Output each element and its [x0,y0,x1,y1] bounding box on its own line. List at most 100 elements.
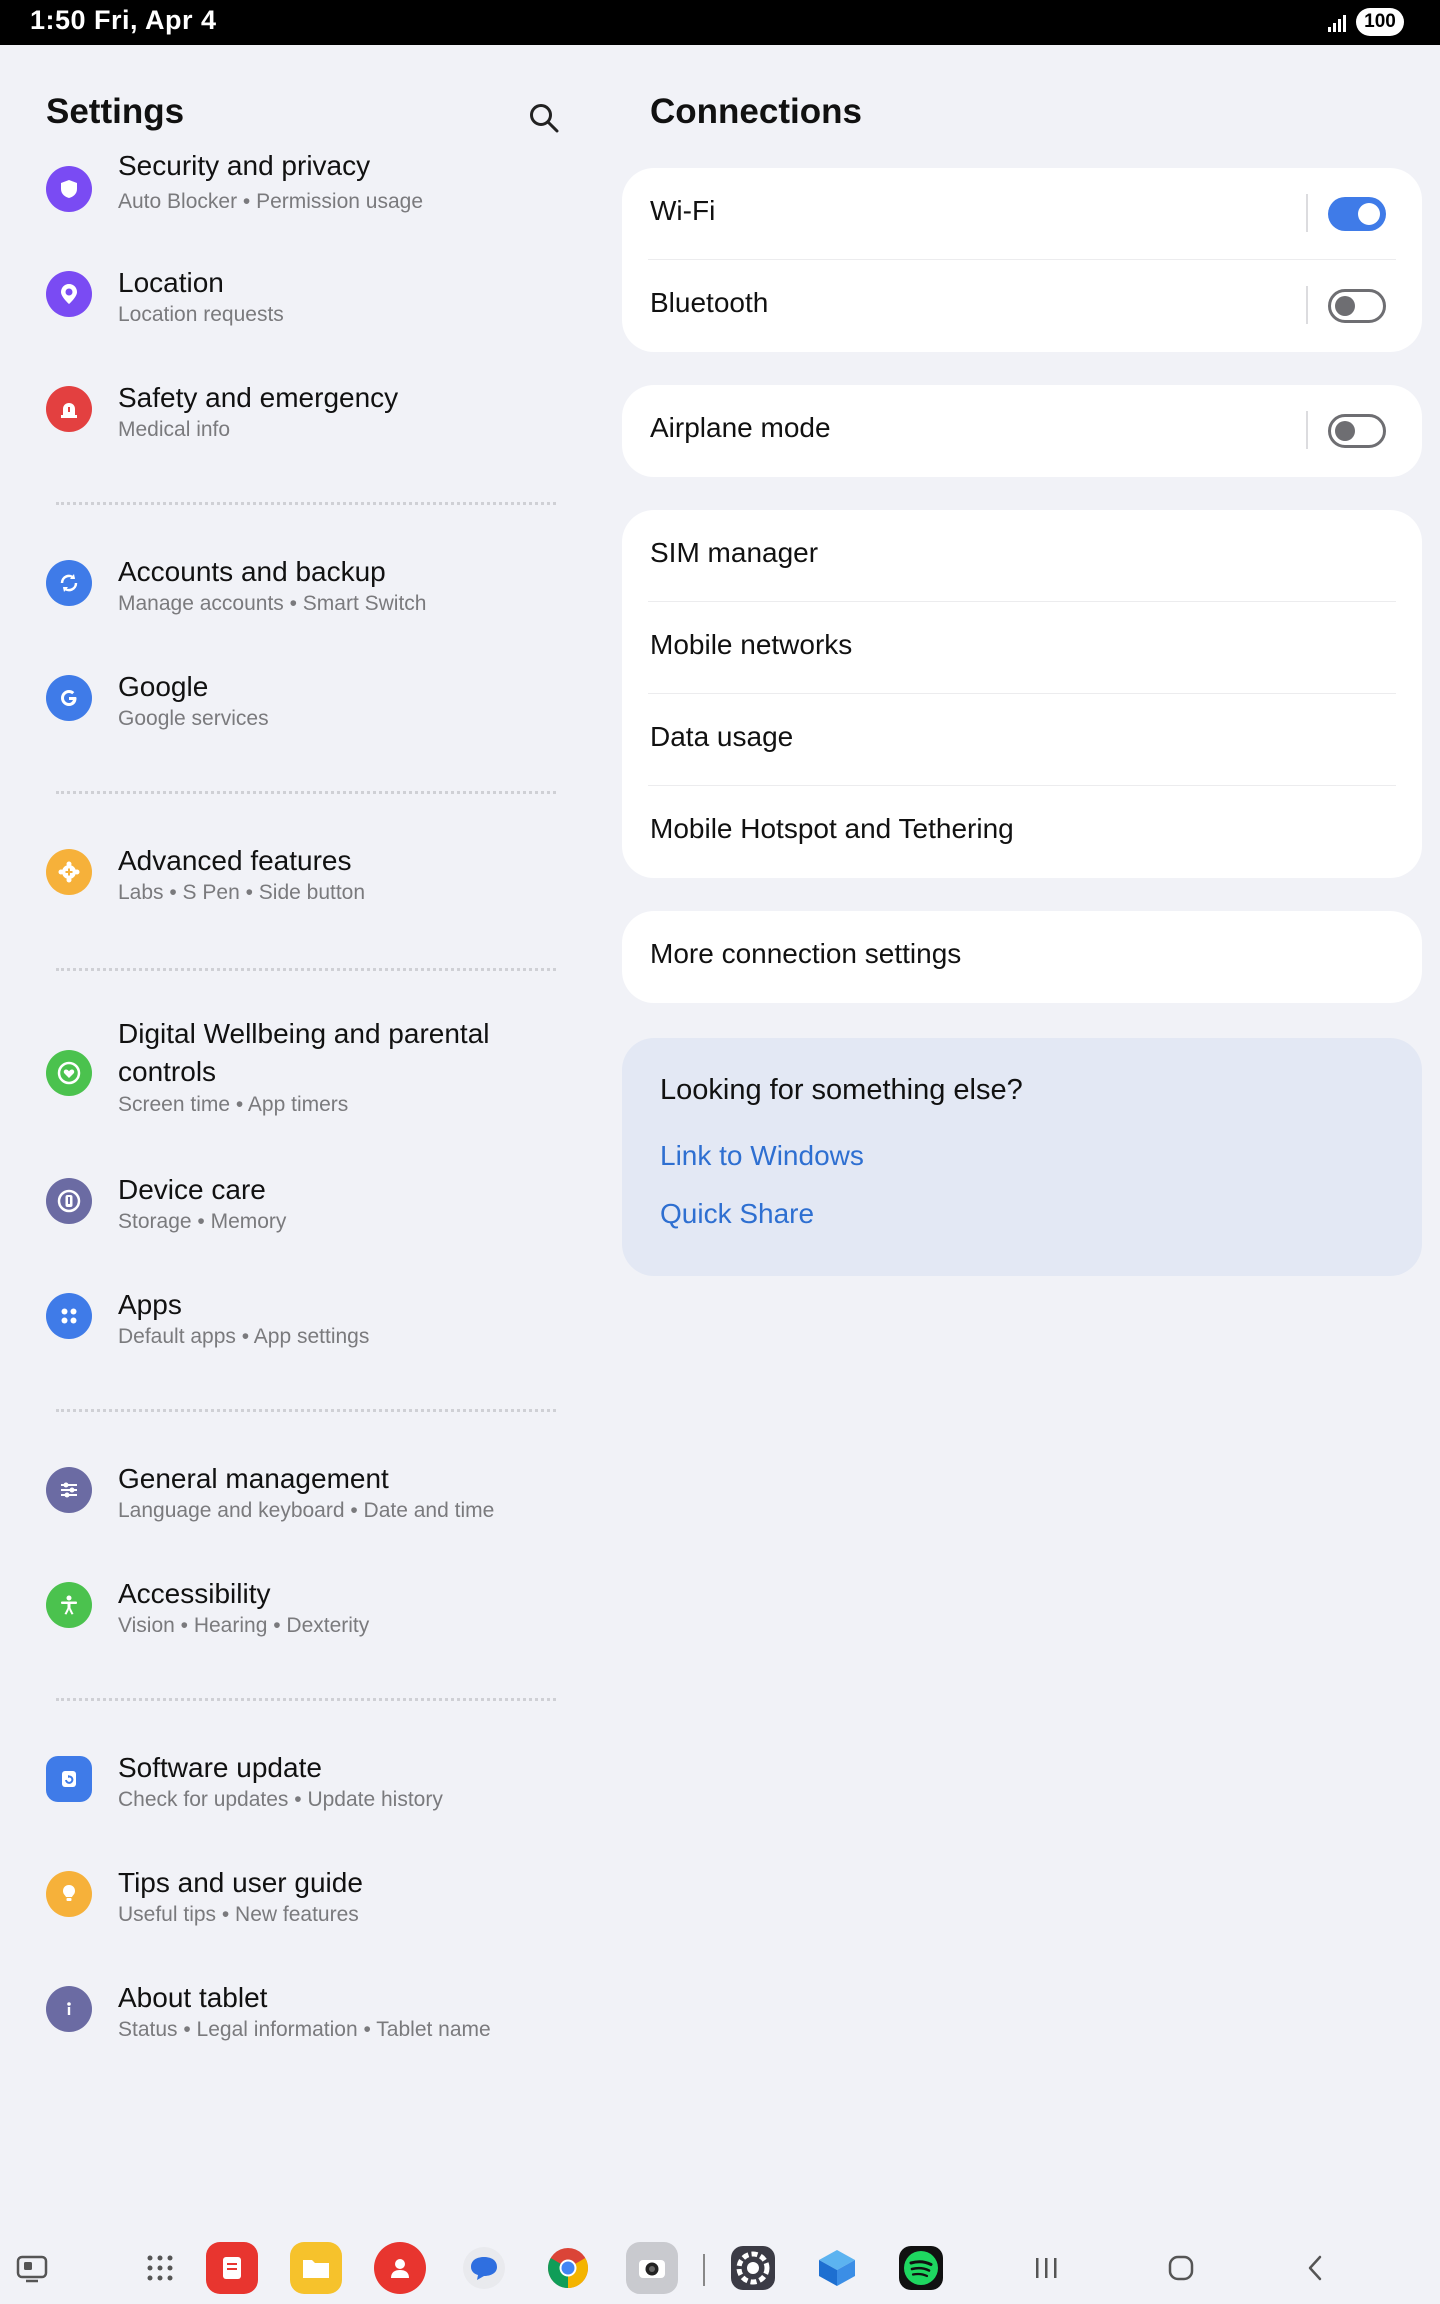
signal-icon [1328,12,1350,32]
battery-indicator: 100 [1356,8,1404,36]
wifi-toggle[interactable] [1328,197,1386,231]
suggestion-card: Looking for something else? Link to Wind… [622,1038,1422,1276]
item-title: Advanced features [118,845,352,876]
toggle-knob [1335,421,1355,441]
apps-grid-icon [46,1293,92,1339]
item-subtitle: Medical info [118,418,231,441]
bluetooth-row[interactable]: Bluetooth [622,260,1422,352]
app-drawer-icon[interactable] [134,2242,186,2294]
settings-item-device-care[interactable]: Device care Storage • Memory [0,1172,590,1272]
settings-item-software-update[interactable]: Software update Check for updates • Upda… [0,1750,590,1850]
link-to-windows-link[interactable]: Link to Windows [660,1140,864,1172]
camera-icon[interactable] [626,2242,678,2294]
lightbulb-icon [46,1871,92,1917]
my-files-icon[interactable] [290,2242,342,2294]
group-divider [56,968,556,971]
settings-item-digital-wellbeing[interactable]: Digital Wellbeing and parental controls … [0,1016,590,1146]
settings-item-advanced-features[interactable]: Advanced features Labs • S Pen • Side bu… [0,843,590,943]
bluetooth-label: Bluetooth [650,287,769,318]
settings-item-security[interactable]: Security and privacy Auto Blocker • Perm… [0,150,590,216]
google-icon [46,675,92,721]
settings-item-safety[interactable]: Safety and emergency Medical info [0,380,590,480]
suggestion-question: Looking for something else? [660,1074,1023,1106]
sync-icon [46,560,92,606]
item-title: Device care [118,1174,266,1205]
accessibility-icon [46,1582,92,1628]
search-icon [530,104,559,133]
airplane-mode-row[interactable]: Airplane mode [622,385,1422,477]
item-subtitle: Default apps • App settings [118,1325,370,1348]
mobile-networks-row[interactable]: Mobile networks [622,602,1422,694]
group-divider [56,502,556,505]
wifi-label: Wi-Fi [650,195,716,226]
settings-item-location[interactable]: Location Location requests [0,265,590,365]
item-title: About tablet [118,1982,268,2013]
more-connection-settings-row[interactable]: More connection settings [622,911,1422,1003]
item-subtitle: Labs • S Pen • Side button [118,881,366,904]
spotify-icon[interactable] [895,2242,947,2294]
settings-item-apps[interactable]: Apps Default apps • App settings [0,1287,590,1387]
siren-icon [46,386,92,432]
gear-plus-icon [46,849,92,895]
quick-share-link[interactable]: Quick Share [660,1198,814,1230]
toggle-knob [1335,296,1355,316]
home-button[interactable] [1155,2242,1207,2294]
back-button[interactable] [1290,2242,1342,2294]
settings-item-google[interactable]: Google Google services [0,669,590,769]
item-subtitle: Storage • Memory [118,1210,287,1233]
item-subtitle: Google services [118,707,269,730]
settings-item-accounts[interactable]: Accounts and backup Manage accounts • Sm… [0,554,590,654]
airplane-card: Airplane mode [622,385,1422,477]
airplane-mode-toggle[interactable] [1328,414,1386,448]
settings-item-tips[interactable]: Tips and user guide Useful tips • New fe… [0,1865,590,1965]
messages-icon[interactable] [458,2242,510,2294]
wireless-card: Wi-Fi Bluetooth [622,168,1422,352]
item-subtitle: Useful tips • New features [118,1903,359,1926]
item-title: General management [118,1463,389,1494]
recents-button[interactable] [1020,2242,1072,2294]
item-subtitle: Check for updates • Update history [118,1788,443,1811]
chrome-icon[interactable] [542,2242,594,2294]
settings-app-icon[interactable] [727,2242,779,2294]
bluetooth-toggle[interactable] [1328,289,1386,323]
more-connection-settings-label: More connection settings [650,938,962,969]
sim-manager-row[interactable]: SIM manager [622,510,1422,602]
taskbar-toggle-icon[interactable] [6,2242,58,2294]
contacts-icon[interactable] [374,2242,426,2294]
heart-circle-icon [46,1050,92,1096]
item-subtitle: Status • Legal information • Tablet name [118,2018,491,2041]
item-subtitle: Vision • Hearing • Dexterity [118,1614,370,1637]
wifi-row[interactable]: Wi-Fi [622,168,1422,260]
connections-title: Connections [650,92,862,131]
toggle-knob [1358,203,1380,225]
data-usage-label: Data usage [650,721,794,752]
device-care-icon [46,1178,92,1224]
sim-manager-label: SIM manager [650,537,819,568]
search-button[interactable] [522,96,566,140]
status-time: 1:50 Fri, Apr 4 [30,5,217,35]
settings-item-accessibility[interactable]: Accessibility Vision • Hearing • Dexteri… [0,1576,590,1676]
item-title: Google [118,671,209,702]
taskbar [0,2232,1440,2304]
item-title: Digital Wellbeing and parental [118,1018,490,1049]
row-separator [1306,411,1308,449]
item-subtitle: Manage accounts • Smart Switch [118,592,427,615]
group-divider [56,1409,556,1412]
data-usage-row[interactable]: Data usage [622,694,1422,786]
samsung-notes-icon[interactable] [206,2242,258,2294]
group-divider [56,791,556,794]
taskbar-divider [703,2254,705,2286]
hotspot-row[interactable]: Mobile Hotspot and Tethering [622,786,1422,878]
more-card: More connection settings [622,911,1422,1003]
status-bar: 1:50 Fri, Apr 4 100 [0,0,1440,45]
microsoft-launcher-icon[interactable] [811,2242,863,2294]
item-subtitle: Language and keyboard • Date and time [118,1499,495,1522]
info-icon [46,1986,92,2032]
settings-item-about-tablet[interactable]: About tablet Status • Legal information … [0,1980,590,2080]
settings-item-general-management[interactable]: General management Language and keyboard… [0,1461,590,1561]
mobile-card: SIM manager Mobile networks Data usage M… [622,510,1422,878]
item-title: Apps [118,1289,182,1320]
mobile-networks-label: Mobile networks [650,629,853,660]
location-pin-icon [46,271,92,317]
item-subtitle: Screen time • App timers [118,1093,349,1116]
